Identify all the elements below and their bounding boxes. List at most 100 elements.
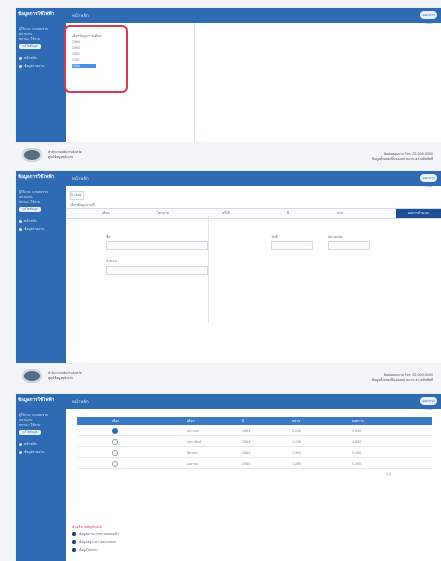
footer-contact: ติดต่อสอบถาม โทร. 02-000-0000: [384, 152, 433, 156]
table-row[interactable]: มีนาคม 2564 1,300 5,400: [77, 449, 432, 458]
cell: 2564: [242, 462, 251, 466]
sidebar-item-label: หน้าหลัก: [24, 442, 37, 446]
sidebar-item-home[interactable]: หน้าหลัก: [19, 56, 37, 61]
cell: มีนาคม: [187, 451, 198, 455]
report-icon: [19, 450, 22, 454]
edit-profile-button[interactable]: แก้ไขข้อมูล: [19, 430, 41, 435]
dropdown-option[interactable]: 2564: [72, 40, 80, 44]
year-dropdown[interactable]: เลือกข้อมูลรายเดือน 2564 2563 2562 2561 …: [64, 25, 128, 93]
status-dot-icon: [72, 540, 76, 544]
dropdown-option[interactable]: 2563: [72, 46, 80, 50]
legend-label: ข้อมูลอยู่ระหว่างตรวจสอบ: [79, 540, 117, 544]
home-icon: [19, 56, 22, 60]
sidebar-item-report[interactable]: ข้อมูลรายงาน: [19, 227, 44, 232]
sidebar: ข้อมูลการใช้ไฟฟ้า ผู้ใช้งาน: นายสมชาย หน…: [16, 171, 66, 363]
col-month[interactable]: เดือน: [187, 419, 195, 424]
cell: เมษายน: [187, 462, 199, 466]
screen-dropdown: หน้าหลัก ออกจากระบบ ข้อมูลการใช้ไฟฟ้า ผู…: [16, 8, 441, 142]
name-field[interactable]: [106, 241, 208, 250]
table-row[interactable]: เมษายน 2564 1,280 5,300: [77, 460, 432, 469]
legend-item: ข้อมูลผ่านการตรวจสอบแล้ว: [72, 532, 119, 537]
row-radio[interactable]: [112, 461, 118, 467]
cell: 1,300: [292, 451, 302, 455]
main-content: เลือก เดือน ปี หน่วย ยอดรวม มกราคม 2564 …: [66, 409, 441, 561]
cell: 1,150: [292, 440, 302, 444]
breadcrumb[interactable]: หน้าหลัก: [72, 175, 89, 182]
footer-copyright: ข้อมูลทั้งหมดเป็นของหน่วยงาน สงวนลิขสิทธ…: [371, 378, 433, 382]
divider: [194, 23, 195, 142]
scanned-page: หน้าหลัก ออกจากระบบ ข้อมูลการใช้ไฟฟ้า ผู…: [0, 0, 441, 561]
dropdown-option[interactable]: 2562: [72, 52, 80, 56]
table-row[interactable]: มกราคม 2564 1,200 5,000: [77, 427, 432, 436]
tab-quarter[interactable]: ไตรมาส: [157, 211, 169, 216]
footer-org: สำนักงานพลังงานจังหวัด: [48, 150, 82, 154]
logout-button[interactable]: ออกจากระบบ: [420, 11, 437, 25]
screen-table: หน้าหลัก ออกจากระบบ ข้อมูลการใช้ไฟฟ้า ผู…: [16, 394, 441, 561]
sidebar-item-label: หน้าหลัก: [24, 219, 37, 223]
legend-title: คำอธิบายสัญลักษณ์: [72, 525, 102, 529]
footer-contact: ติดต่อสอบถาม โทร. 02-000-0000: [384, 373, 433, 377]
sidebar-item-home[interactable]: หน้าหลัก: [19, 442, 37, 447]
sidebar-item-home[interactable]: หน้าหลัก: [19, 219, 37, 224]
org-logo: [22, 148, 42, 162]
status-dot-icon: [72, 532, 76, 536]
logout-button[interactable]: ออกจากระบบ: [420, 174, 437, 188]
cell: 2564: [242, 429, 251, 433]
footer-sub: ศูนย์ข้อมูลพลังงาน: [48, 155, 74, 159]
row-radio[interactable]: [112, 439, 118, 445]
breadcrumb[interactable]: หน้าหลัก: [72, 398, 89, 405]
edit-profile-button[interactable]: แก้ไขข้อมูล: [19, 44, 41, 49]
status-dot-icon: [72, 548, 76, 552]
cell: 4,800: [352, 440, 362, 444]
cell: 1,280: [292, 462, 302, 466]
edit-profile-button[interactable]: แก้ไขข้อมูล: [19, 207, 41, 212]
legend-label: ข้อมูลผ่านการตรวจสอบแล้ว: [79, 532, 119, 536]
col-year[interactable]: ปี: [242, 419, 244, 424]
footer-copyright: ข้อมูลทั้งหมดเป็นของหน่วยงาน สงวนลิขสิทธ…: [371, 157, 433, 161]
sidebar: ข้อมูลการใช้ไฟฟ้า ผู้ใช้งาน: นายสมชาย หน…: [16, 394, 66, 561]
app-title: ข้อมูลการใช้ไฟฟ้า: [18, 12, 55, 17]
screen-form: หน้าหลัก ออกจากระบบ ข้อมูลการใช้ไฟฟ้า ผู…: [16, 171, 441, 363]
year-select-value: ปี 2564: [71, 193, 82, 197]
footer-org: สำนักงานพลังงานจังหวัด: [48, 371, 82, 375]
sidebar-item-report[interactable]: ข้อมูลรายงาน: [19, 64, 44, 69]
app-title: ข้อมูลการใช้ไฟฟ้า: [18, 175, 55, 180]
tab-half[interactable]: ครึ่งปี: [222, 211, 230, 216]
dropdown-option[interactable]: 2561: [72, 58, 80, 62]
row-radio[interactable]: [112, 428, 118, 434]
dropdown-title: เลือกข้อมูลรายเดือน: [72, 34, 102, 38]
table-row[interactable]: กุมภาพันธ์ 2564 1,150 4,800: [77, 438, 432, 447]
sidebar-item-report[interactable]: ข้อมูลรายงาน: [19, 450, 44, 455]
user-status: สถานะ: ใช้งาน: [19, 423, 40, 427]
tab-summary[interactable]: สรุป: [337, 211, 343, 216]
sidebar-item-label: ข้อมูลรายงาน: [24, 450, 45, 454]
breadcrumb[interactable]: หน้าหลัก: [72, 12, 89, 19]
cell: 5,300: [352, 462, 362, 466]
tab-month[interactable]: เดือน: [102, 211, 110, 216]
table-header: เลือก เดือน ปี หน่วย ยอดรวม: [77, 417, 432, 425]
footer-sub: ศูนย์ข้อมูลพลังงาน: [48, 376, 74, 380]
app-title: ข้อมูลการใช้ไฟฟ้า: [18, 398, 55, 403]
logout-button[interactable]: ออกจากระบบ: [420, 397, 437, 411]
report-icon: [19, 227, 22, 231]
cell: 2564: [242, 440, 251, 444]
date-label: วันที่: [271, 235, 278, 239]
tab-result[interactable]: ผลการคำนวณ: [396, 209, 441, 218]
dropdown-option-selected[interactable]: 2560: [72, 64, 96, 68]
divider: [208, 216, 209, 323]
cell: มกราคม: [187, 429, 199, 433]
col-select[interactable]: เลือก: [112, 419, 119, 424]
date-field[interactable]: [271, 241, 313, 250]
col-unit[interactable]: หน่วย: [292, 419, 300, 424]
col-total[interactable]: ยอดรวม: [352, 419, 364, 424]
legend-item: ข้อมูลไม่ครบ: [72, 548, 97, 553]
name-label: ชื่อ: [106, 235, 111, 239]
report-icon: [19, 64, 22, 68]
tab-year[interactable]: ปี: [287, 211, 289, 216]
note-field[interactable]: [328, 241, 370, 250]
sidebar-item-label: ข้อมูลรายงาน: [24, 64, 45, 68]
legend-item: ข้อมูลอยู่ระหว่างตรวจสอบ: [72, 540, 116, 545]
amount-field[interactable]: [106, 266, 208, 275]
row-radio[interactable]: [112, 450, 118, 456]
pager[interactable]: 1-4: [386, 472, 391, 476]
